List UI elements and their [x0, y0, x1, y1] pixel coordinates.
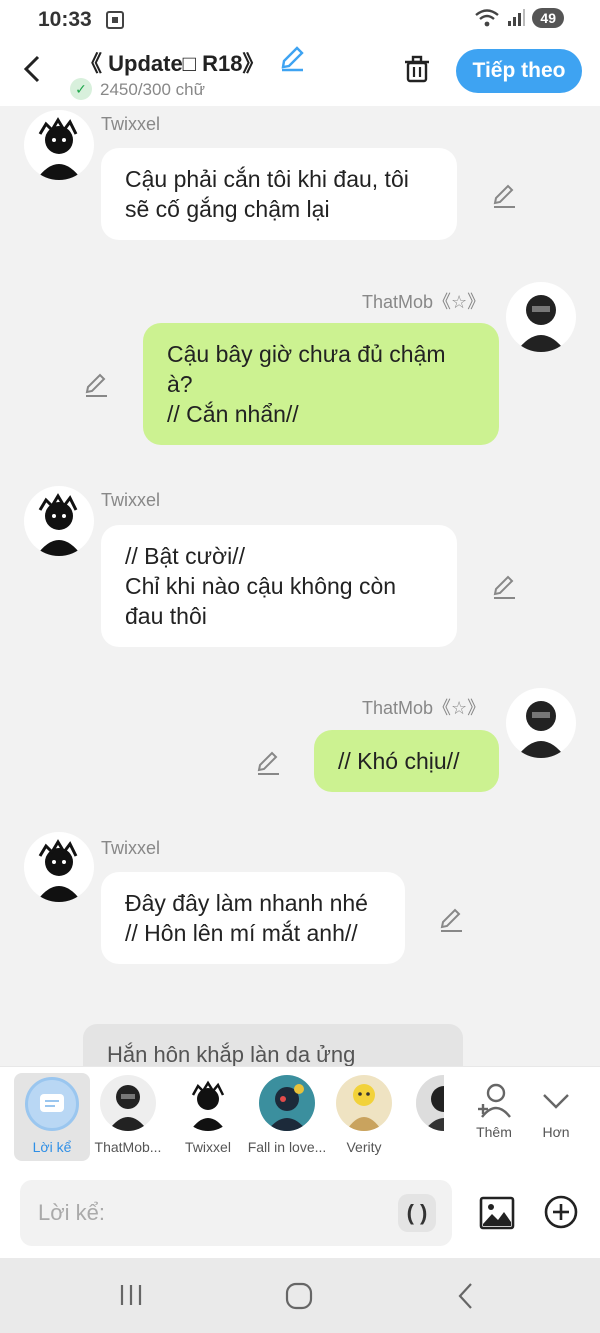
character-twixxel[interactable]: Twixxel [168, 1075, 248, 1155]
character-avatar [100, 1075, 156, 1131]
character-label: ThatMob... [94, 1139, 162, 1155]
app-header: 《 Update□ R18》 ✓ 2450/300 chữ Tiếp theo [0, 40, 600, 106]
character-avatar [259, 1075, 315, 1131]
message-bubble[interactable]: // Bật cười// Chỉ khi nào cậu không còn … [101, 525, 457, 647]
character-avatar-icon [267, 1084, 307, 1131]
narrator-label: Lời kể [32, 1139, 72, 1155]
pencil-icon [493, 184, 515, 208]
character-bar: Lời kể ThatMob... Twixxel Fall in love..… [0, 1066, 600, 1168]
character-fall-in-love[interactable]: Fall in love... [247, 1075, 327, 1155]
message-bubble[interactable]: Cậu phải cắn tôi khi đau, tôi sẽ cố gắng… [101, 148, 457, 240]
character-avatar-icon [416, 1075, 444, 1131]
image-icon [479, 1196, 515, 1230]
check-icon: ✓ [70, 78, 92, 100]
add-button[interactable] [543, 1194, 579, 1235]
parentheses-button[interactable]: ( ) [398, 1194, 436, 1232]
character-label: Twixxel [185, 1139, 231, 1155]
expand-label: Hơn [542, 1124, 570, 1140]
trash-icon [405, 55, 429, 83]
character-avatar [180, 1075, 236, 1131]
chat-area[interactable]: Twixxel Cậu phải cắn tôi khi đau, tôi sẽ… [0, 106, 600, 1066]
character-avatar-icon [36, 839, 82, 902]
sender-name: ThatMob《☆》 [362, 292, 486, 312]
character-thatmob[interactable]: ThatMob... [88, 1075, 168, 1155]
avatar-thatmob[interactable] [506, 282, 576, 352]
character-avatar-icon [516, 295, 566, 352]
back-icon [458, 1283, 472, 1309]
edit-message-button[interactable] [254, 749, 282, 777]
narration-icon [25, 1077, 79, 1131]
character-avatar-icon [108, 1085, 148, 1131]
battery-indicator: 49 [532, 8, 564, 28]
back-button[interactable] [22, 54, 42, 92]
character-partial[interactable] [404, 1075, 444, 1131]
narration-input[interactable] [20, 1180, 452, 1246]
edit-message-button[interactable] [437, 906, 465, 934]
character-avatar-icon [36, 493, 82, 556]
sender-name: Twixxel [101, 490, 161, 510]
sender-name: Twixxel [101, 838, 161, 858]
character-avatar-icon [36, 117, 82, 180]
narrator-button[interactable]: Lời kể [14, 1073, 90, 1161]
clock: 10:33 [38, 8, 92, 31]
message-bubble[interactable]: Đây đây làm nhanh nhé // Hôn lên mí mắt … [101, 872, 405, 964]
edit-message-button[interactable] [490, 182, 518, 210]
plus-circle-icon [544, 1195, 578, 1229]
home-button[interactable] [285, 1282, 313, 1315]
chevron-left-icon [23, 55, 40, 83]
avatar-twixxel[interactable] [24, 486, 94, 556]
wifi-icon [475, 9, 500, 27]
story-title: 《 Update□ R18》 [80, 51, 265, 76]
avatar-twixxel[interactable] [24, 110, 94, 180]
pencil-icon [85, 373, 107, 397]
insert-image-button[interactable] [478, 1194, 516, 1237]
recent-apps-icon [120, 1285, 142, 1305]
avatar-twixxel[interactable] [24, 832, 94, 902]
delete-button[interactable] [402, 54, 432, 89]
chevron-down-icon [543, 1094, 569, 1109]
message-bubble[interactable]: Cậu bây giờ chưa đủ chậm à? // Cắn nhẩn/… [143, 323, 499, 445]
character-avatar-icon [346, 1084, 382, 1131]
add-person-icon [478, 1083, 511, 1118]
input-bar: ( ) [0, 1168, 600, 1258]
character-avatar [416, 1075, 444, 1131]
signal-icon [508, 9, 526, 26]
edit-title-button[interactable] [278, 44, 306, 77]
status-icons: 49 [474, 8, 564, 28]
sender-name: ThatMob《☆》 [362, 698, 486, 718]
pencil-icon [257, 751, 279, 775]
character-label: Verity [346, 1139, 382, 1155]
pencil-icon [493, 575, 515, 599]
narration-bubble[interactable]: Hắn hôn khắp làn da ửng [83, 1024, 463, 1066]
home-icon [285, 1282, 313, 1310]
character-avatar-icon [190, 1080, 226, 1131]
status-bar: 10:33 49 [0, 0, 600, 40]
character-label: Fall in love... [247, 1139, 327, 1155]
word-count: 2450/300 chữ [100, 80, 205, 99]
speech-bubble-icon [40, 1094, 64, 1112]
character-verity[interactable]: Verity [324, 1075, 404, 1155]
character-avatar-icon [516, 701, 566, 758]
expand-button[interactable]: Hơn [526, 1081, 586, 1140]
edit-message-button[interactable] [490, 573, 518, 601]
sender-name: Twixxel [101, 114, 161, 134]
next-button[interactable]: Tiếp theo [456, 49, 582, 93]
pencil-icon [440, 908, 462, 932]
pencil-icon [281, 46, 304, 72]
add-character-label: Thêm [476, 1124, 512, 1140]
add-character-button[interactable]: Thêm [464, 1081, 524, 1140]
recent-apps-button[interactable] [118, 1282, 144, 1313]
message-bubble[interactable]: // Khó chịu// [314, 730, 499, 792]
screenshot-icon [106, 11, 124, 29]
character-avatar [336, 1075, 392, 1131]
system-nav-bar [0, 1258, 600, 1333]
edit-message-button[interactable] [82, 371, 110, 399]
system-back-button[interactable] [456, 1282, 476, 1315]
avatar-thatmob[interactable] [506, 688, 576, 758]
